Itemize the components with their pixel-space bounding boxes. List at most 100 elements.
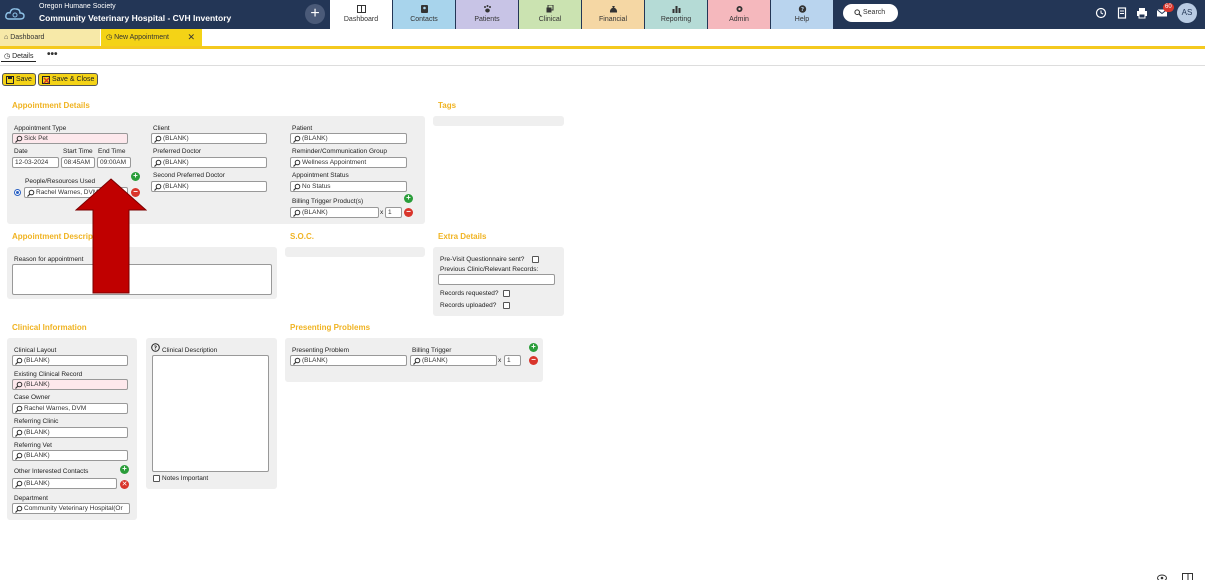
- search-icon: [293, 183, 301, 191]
- nav-tab-clinical[interactable]: Clinical: [519, 0, 581, 29]
- save-close-button[interactable]: Save & Close: [38, 73, 99, 86]
- clinical-description-textarea[interactable]: [152, 355, 269, 472]
- tab-label: New Appointment: [114, 34, 169, 41]
- trigger-qty-input[interactable]: 1: [504, 355, 521, 366]
- svg-text:?: ?: [154, 346, 157, 352]
- tab-dashboard[interactable]: ⌂ Dashboard: [0, 29, 100, 46]
- questionnaire-label: Pre-Visit Questionnaire sent?: [440, 256, 525, 263]
- patient-input[interactable]: (BLANK): [290, 133, 407, 144]
- presenting-problem-input[interactable]: (BLANK): [290, 355, 407, 366]
- search-icon: [15, 135, 23, 143]
- mail-count-badge: 60: [1163, 3, 1174, 12]
- search-icon: [15, 405, 23, 413]
- search-icon: [15, 357, 23, 365]
- referring-clinic-value: (BLANK): [24, 429, 50, 436]
- end-time-input[interactable]: 09:00AM: [97, 157, 131, 168]
- nav-label: Patients: [474, 16, 500, 23]
- more-options-button[interactable]: •••: [47, 49, 58, 60]
- money-bag-icon: [609, 6, 617, 13]
- billing-value: (BLANK): [302, 209, 328, 216]
- patient-value: (BLANK): [302, 135, 328, 142]
- org-name: Oregon Humane Society: [39, 3, 116, 10]
- preferred-doctor-label: Preferred Doctor: [153, 148, 202, 155]
- search-icon: [15, 480, 23, 488]
- appointment-type-input[interactable]: Sick Pet: [12, 133, 128, 144]
- date-input[interactable]: 12-03-2024: [12, 157, 59, 168]
- nav-tab-admin[interactable]: Admin: [708, 0, 770, 29]
- client-input[interactable]: (BLANK): [151, 133, 267, 144]
- history-icon[interactable]: [1095, 7, 1107, 19]
- contacts-icon: [420, 5, 428, 13]
- questionnaire-checkbox[interactable]: [532, 256, 539, 263]
- nav-tab-financial[interactable]: Financial: [582, 0, 644, 29]
- preferred-doctor-input[interactable]: (BLANK): [151, 157, 267, 168]
- patient-label: Patient: [292, 125, 313, 132]
- billing-x: x: [380, 209, 384, 216]
- add-billing-icon[interactable]: +: [404, 194, 413, 203]
- search-icon: [293, 209, 301, 217]
- records-requested-label: Records requested?: [440, 290, 499, 297]
- billing-qty-input[interactable]: 1: [385, 207, 402, 218]
- home-icon: ⌂: [4, 34, 9, 41]
- search-icon: [413, 357, 421, 365]
- referring-clinic-label: Referring Clinic: [14, 418, 59, 425]
- add-problem-icon[interactable]: +: [529, 343, 538, 352]
- notes-important-checkbox[interactable]: [153, 475, 160, 482]
- notes-important-label: Notes Important: [162, 475, 209, 482]
- start-time-input[interactable]: 08:45AM: [61, 157, 95, 168]
- existing-record-value: (BLANK): [24, 381, 50, 388]
- clinical-layout-input[interactable]: (BLANK): [12, 355, 128, 366]
- user-avatar[interactable]: AS: [1177, 3, 1197, 23]
- close-tab-icon[interactable]: ✕: [187, 29, 195, 46]
- save-button[interactable]: Save: [2, 73, 36, 86]
- add-contact-icon[interactable]: +: [120, 465, 129, 474]
- search-icon: [15, 505, 23, 513]
- department-input[interactable]: Community Veterinary Hospital(Or: [12, 503, 130, 514]
- search-label: Search: [863, 9, 886, 16]
- top-bar: Oregon Humane Society Community Veterina…: [0, 0, 1205, 29]
- remove-billing-icon[interactable]: −: [404, 208, 413, 217]
- tab-new-appointment[interactable]: ◷ New Appointment ✕: [101, 29, 202, 46]
- section-title-presenting-problems: Presenting Problems: [290, 323, 371, 332]
- nav-tab-help[interactable]: ? Help: [771, 0, 833, 29]
- reminder-input[interactable]: Wellness Appointment: [290, 157, 407, 168]
- floppy-close-icon: [42, 76, 50, 84]
- billing-trigger-input[interactable]: (BLANK): [410, 355, 497, 366]
- clinical-layout-value: (BLANK): [24, 357, 50, 364]
- existing-record-input[interactable]: (BLANK): [12, 379, 128, 390]
- resource-radio[interactable]: [14, 189, 21, 196]
- case-owner-input[interactable]: Rachel Warnes, DVM: [12, 403, 128, 414]
- referring-vet-input[interactable]: (BLANK): [12, 450, 128, 461]
- search-icon: [293, 159, 301, 167]
- previous-clinic-input[interactable]: [438, 274, 555, 285]
- presenting-problem-value: (BLANK): [302, 357, 328, 364]
- second-doctor-input[interactable]: (BLANK): [151, 181, 267, 192]
- nav-tab-patients[interactable]: Patients: [456, 0, 518, 29]
- nav-tab-reporting[interactable]: Reporting: [645, 0, 707, 29]
- tags-panel[interactable]: [433, 116, 564, 126]
- panel-icon[interactable]: [1182, 573, 1193, 580]
- add-new-button[interactable]: +: [305, 4, 325, 24]
- print-icon[interactable]: [1136, 7, 1148, 19]
- clinical-layout-label: Clinical Layout: [14, 347, 57, 354]
- nav-tab-dashboard[interactable]: Dashboard: [330, 0, 392, 29]
- nav-tab-contacts[interactable]: Contacts: [393, 0, 455, 29]
- subtab-details[interactable]: ◷ Details: [1, 51, 37, 62]
- records-requested-checkbox[interactable]: [503, 290, 510, 297]
- remove-contact-icon[interactable]: ✕: [120, 480, 129, 489]
- section-title-soc: S.O.C.: [290, 232, 315, 241]
- app-title: Community Veterinary Hospital - CVH Inve…: [39, 13, 232, 23]
- eye-icon[interactable]: [1157, 573, 1167, 580]
- remove-problem-icon[interactable]: −: [529, 356, 538, 365]
- nav-label: Contacts: [410, 16, 438, 23]
- nav-label: Help: [794, 16, 810, 23]
- other-contacts-input[interactable]: (BLANK): [12, 478, 117, 489]
- status-input[interactable]: No Status: [290, 181, 407, 192]
- billing-input[interactable]: (BLANK): [290, 207, 379, 218]
- help-circle-icon[interactable]: ?: [151, 343, 160, 352]
- previous-clinic-label: Previous Clinic/Relevant Records:: [440, 266, 539, 273]
- referring-clinic-input[interactable]: (BLANK): [12, 427, 128, 438]
- document-icon[interactable]: [1116, 7, 1128, 19]
- search-button[interactable]: Search: [843, 4, 898, 22]
- records-uploaded-checkbox[interactable]: [503, 302, 510, 309]
